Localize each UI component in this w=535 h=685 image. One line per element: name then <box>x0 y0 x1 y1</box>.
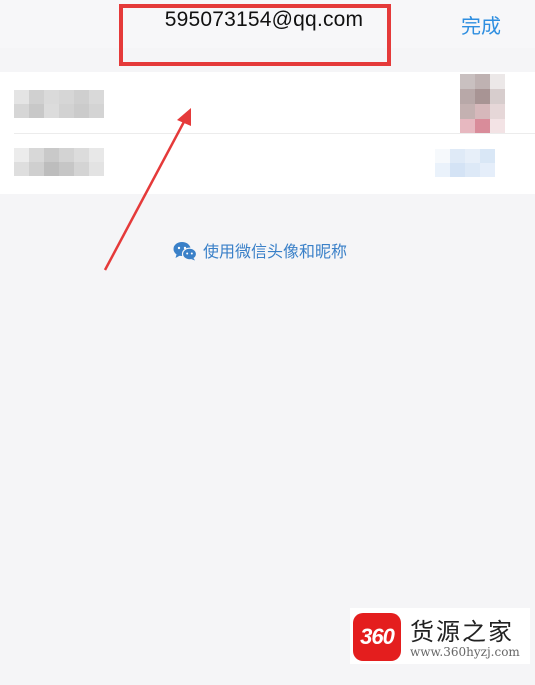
profile-card <box>0 72 535 194</box>
avatar-row[interactable] <box>0 72 535 134</box>
watermark-name: 货源之家 <box>410 618 514 646</box>
wechat-icon <box>173 242 197 261</box>
done-button[interactable]: 完成 <box>461 10 501 39</box>
pixelated-avatar <box>460 74 505 134</box>
pixelated-nickname <box>435 149 495 177</box>
nickname-row[interactable] <box>0 134 535 194</box>
use-wechat-profile-label: 使用微信头像和昵称 <box>202 242 347 261</box>
watermark: 360 货源之家 www.360hyzj.com <box>350 608 530 664</box>
watermark-url: www.360hyzj.com <box>410 645 520 659</box>
watermark-logo: 360 <box>353 613 401 661</box>
red-highlight-box <box>119 4 391 66</box>
pixelated-label <box>14 90 104 118</box>
use-wechat-profile-link[interactable]: 使用微信头像和昵称 <box>0 238 520 262</box>
pixelated-label <box>14 148 104 176</box>
